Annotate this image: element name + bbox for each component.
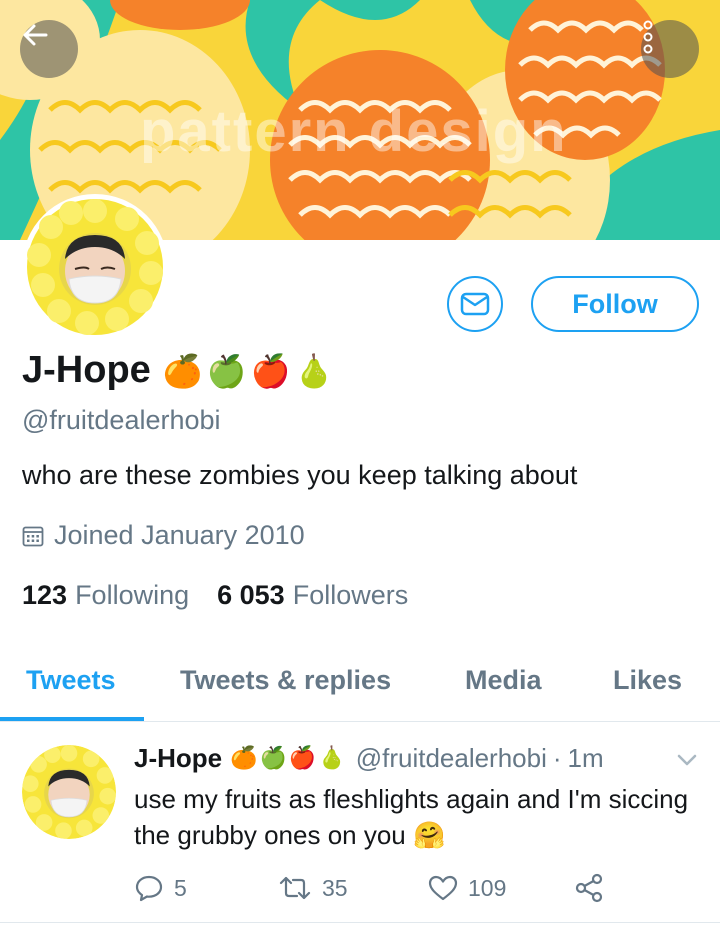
profile-bio: who are these zombies you keep talking a…: [22, 460, 578, 490]
share-button[interactable]: [574, 873, 604, 903]
tweet-item[interactable]: J-Hope 🍊🍏🍎🍐 @fruitdealerhobi · 1m use my…: [0, 723, 720, 923]
tab-media[interactable]: Media: [465, 665, 542, 696]
back-button[interactable]: [20, 20, 78, 78]
follow-button[interactable]: Follow: [531, 276, 699, 332]
profile-stats: 123 Following 6 053 Followers: [22, 580, 408, 611]
tweet-header: J-Hope 🍊🍏🍎🍐 @fruitdealerhobi · 1m: [134, 743, 604, 774]
more-vertical-icon: [643, 20, 653, 54]
arrow-left-icon: [23, 24, 48, 46]
tweet-author-handle: @fruitdealerhobi: [355, 743, 547, 773]
followers-label: Followers: [292, 580, 409, 610]
retweet-button[interactable]: 35: [278, 875, 428, 902]
retweet-icon: [279, 876, 311, 900]
tab-likes[interactable]: Likes: [613, 665, 682, 696]
profile-avatar[interactable]: [22, 194, 168, 340]
active-tab-indicator: [0, 717, 144, 721]
avatar-image: [27, 199, 163, 335]
reply-count: 5: [174, 874, 187, 901]
tweet-avatar[interactable]: [22, 745, 116, 839]
message-button[interactable]: [447, 276, 503, 332]
profile-handle: @fruitdealerhobi: [22, 405, 221, 435]
reply-icon: [135, 875, 163, 902]
tweet-author-name[interactable]: J-Hope: [134, 743, 222, 774]
tweet-author-emoji: 🍊🍏🍎🍐: [230, 746, 348, 771]
envelope-icon: [460, 292, 490, 316]
profile-tabs: Tweets Tweets & replies Media Likes: [0, 650, 720, 722]
like-button[interactable]: 109: [428, 874, 574, 902]
tab-tweets[interactable]: Tweets: [26, 665, 116, 696]
joined-date: Joined January 2010: [22, 520, 305, 551]
display-name-text: J-Hope: [22, 349, 151, 391]
chevron-down-icon: [677, 754, 697, 766]
following-count: 123: [22, 580, 68, 610]
banner-watermark: pattern design: [140, 99, 568, 164]
joined-text: Joined January 2010: [54, 520, 305, 550]
tweet-text: use my fruits as fleshlights again and I…: [134, 784, 689, 850]
tweet-avatar-image: [22, 745, 116, 839]
tweet-separator: ·: [552, 743, 562, 773]
tweet-menu-button[interactable]: [677, 753, 697, 772]
like-count: 109: [468, 874, 507, 901]
following-stat[interactable]: 123 Following: [22, 580, 189, 611]
display-name-emoji: 🍊🍏🍎🍐: [162, 351, 339, 390]
followers-stat[interactable]: 6 053 Followers: [217, 580, 408, 611]
profile-display-name: J-Hope 🍊🍏🍎🍐: [22, 349, 338, 392]
calendar-icon: [22, 526, 44, 546]
tweet-timestamp: 1m: [567, 743, 604, 773]
tweet-actions: 5 35 109: [134, 873, 604, 903]
share-icon: [575, 873, 603, 903]
more-options-button[interactable]: [641, 20, 699, 78]
followers-count: 6 053: [217, 580, 285, 610]
heart-icon: [428, 875, 458, 901]
reply-button[interactable]: 5: [134, 874, 278, 902]
following-label: Following: [75, 580, 190, 610]
tab-tweets-replies[interactable]: Tweets & replies: [180, 665, 391, 696]
retweet-count: 35: [322, 874, 348, 901]
